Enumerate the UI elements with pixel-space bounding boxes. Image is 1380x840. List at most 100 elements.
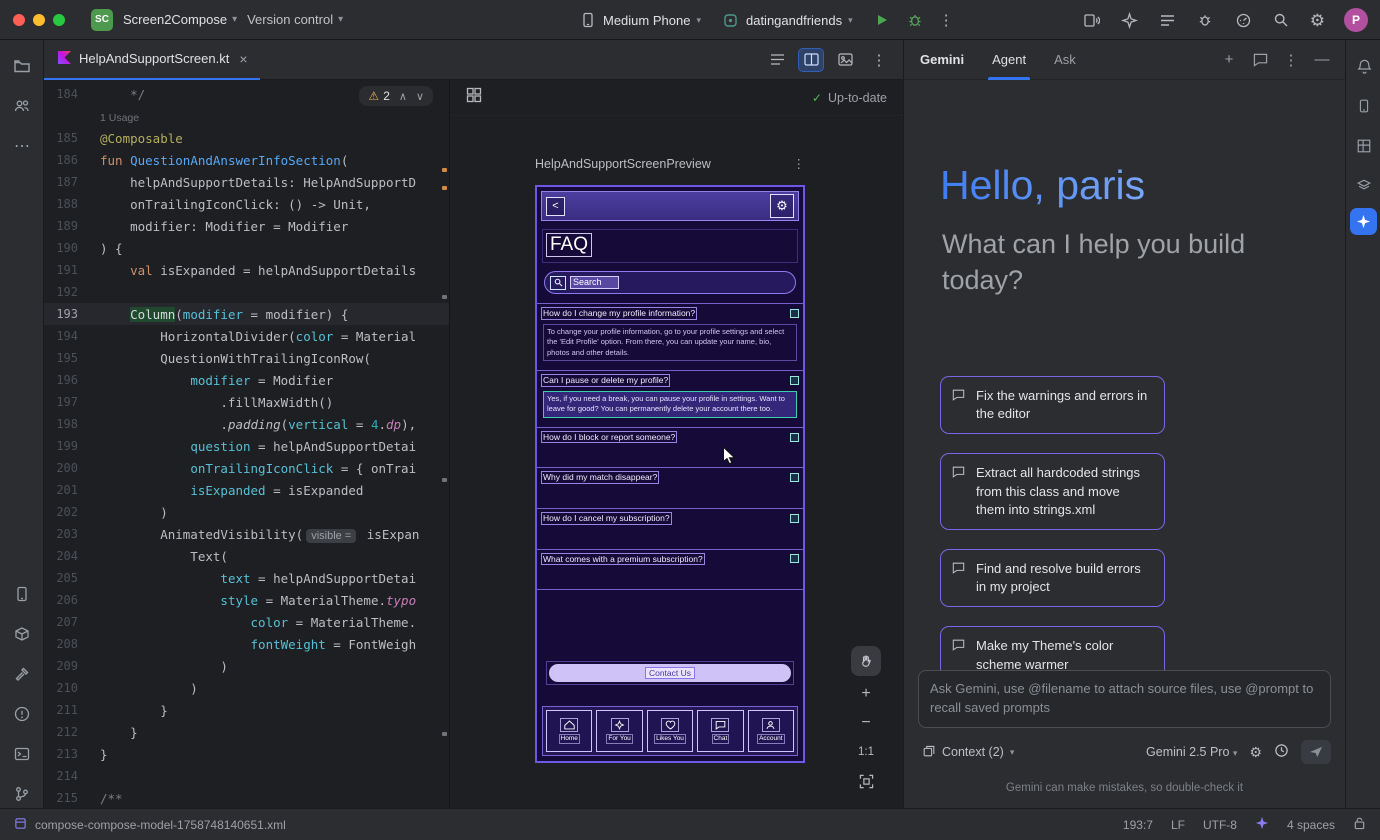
run-configuration-selector[interactable]: datingandfriends ▾ (721, 11, 853, 30)
line-number[interactable]: 187 (44, 175, 78, 189)
project-tool-icon[interactable] (12, 56, 32, 76)
suggestion-card[interactable]: Find and resolve build errors in my proj… (940, 549, 1165, 607)
preview-menu-icon[interactable]: ⋮ (793, 156, 806, 171)
code-line[interactable]: 200 onTrailingIconClick = { onTrai (44, 457, 449, 479)
gemini-titlebar-icon[interactable] (1120, 11, 1139, 30)
expand-icon[interactable] (790, 554, 799, 563)
code-line[interactable]: 186fun QuestionAndAnswerInfoSection( (44, 149, 449, 171)
line-number[interactable]: 194 (44, 329, 78, 343)
line-number[interactable]: 214 (44, 769, 78, 783)
code-line[interactable]: 189 modifier: Modifier = Modifier (44, 215, 449, 237)
line-separator[interactable]: LF (1171, 818, 1185, 832)
close-window-button[interactable] (13, 14, 25, 26)
faq-item[interactable]: Can I pause or delete my profile? Yes, i… (537, 370, 803, 427)
line-number[interactable]: 212 (44, 725, 78, 739)
build-icon[interactable] (12, 664, 32, 684)
code-line[interactable]: 215/** (44, 787, 449, 808)
line-number[interactable]: 193 (44, 307, 78, 321)
device-manager-icon[interactable] (1354, 96, 1374, 116)
split-view-icon[interactable] (799, 49, 823, 71)
chat-history-icon[interactable] (1251, 51, 1269, 69)
back-button[interactable]: < (546, 197, 565, 216)
code-line[interactable]: 210 ) (44, 677, 449, 699)
code-line[interactable]: 214 (44, 765, 449, 787)
code-line[interactable]: 199 question = helpAndSupportDetai (44, 435, 449, 457)
fullscreen-window-button[interactable] (53, 14, 65, 26)
close-tab-icon[interactable]: × (239, 51, 247, 67)
code-line[interactable]: 204 Text( (44, 545, 449, 567)
zoom-level-button[interactable]: 1:1 (854, 741, 878, 763)
device-mirroring-icon[interactable] (1082, 11, 1101, 30)
line-number[interactable]: 186 (44, 153, 78, 167)
code-line[interactable]: 1 Usage (44, 105, 449, 127)
nav-item-likes-you[interactable]: Likes You (647, 710, 693, 752)
zoom-in-button[interactable]: + (854, 683, 878, 705)
design-view-icon[interactable] (833, 49, 857, 71)
nav-item-for-you[interactable]: For You (596, 710, 642, 752)
profiler-icon[interactable] (1234, 11, 1253, 30)
panel-options-icon[interactable]: ⋮ (1282, 51, 1300, 69)
line-number[interactable]: 205 (44, 571, 78, 585)
gemini-settings-icon[interactable]: ⚙ (1249, 745, 1262, 759)
debug-button[interactable] (906, 11, 925, 30)
send-button[interactable] (1301, 740, 1331, 764)
device-selector[interactable]: Medium Phone ▾ (578, 11, 701, 30)
nav-item-chat[interactable]: Chat (697, 710, 743, 752)
version-control-menu[interactable]: Version control▾ (247, 12, 343, 27)
problems-icon[interactable] (12, 704, 32, 724)
collapse-icon[interactable] (790, 309, 799, 318)
version-control-icon[interactable] (12, 784, 32, 804)
faq-item[interactable]: How do I change my profile information? … (537, 303, 803, 370)
running-devices-icon[interactable] (1354, 176, 1374, 196)
run-button[interactable] (873, 11, 892, 30)
faq-item[interactable]: How do I block or report someone? (537, 427, 803, 468)
search-icon[interactable] (1272, 11, 1291, 30)
preview-canvas[interactable]: HelpAndSupportScreenPreview ⋮ < ⚙ FAQ (450, 116, 903, 808)
editor-tab[interactable]: HelpAndSupportScreen.kt × (44, 40, 260, 80)
code-line[interactable]: 201 isExpanded = isExpanded (44, 479, 449, 501)
expand-icon[interactable] (790, 433, 799, 442)
previous-issue-icon[interactable]: ∧ (399, 90, 407, 103)
code-line[interactable]: 196 modifier = Modifier (44, 369, 449, 391)
caret-position[interactable]: 193:7 (1123, 818, 1153, 832)
line-number[interactable]: 213 (44, 747, 78, 761)
code-line[interactable]: 211 } (44, 699, 449, 721)
error-stripe[interactable] (439, 80, 449, 808)
line-number[interactable]: 199 (44, 439, 78, 453)
line-number[interactable]: 208 (44, 637, 78, 651)
prompt-history-icon[interactable] (1274, 743, 1289, 761)
code-line[interactable]: 207 color = MaterialTheme. (44, 611, 449, 633)
tab-ask[interactable]: Ask (1054, 40, 1076, 80)
app-quality-insights-icon[interactable] (1196, 11, 1215, 30)
code-line[interactable]: 185@Composable (44, 127, 449, 149)
line-number[interactable]: 195 (44, 351, 78, 365)
indent-setting[interactable]: 4 spaces (1287, 818, 1335, 832)
layout-inspector-icon[interactable] (1354, 136, 1374, 156)
notifications-bell-icon[interactable] (1354, 56, 1374, 76)
line-number[interactable]: 210 (44, 681, 78, 695)
faq-item[interactable]: Why did my match disappear? (537, 467, 803, 508)
line-number[interactable]: 207 (44, 615, 78, 629)
line-number[interactable]: 209 (44, 659, 78, 673)
line-number[interactable]: 191 (44, 263, 78, 277)
line-number[interactable]: 200 (44, 461, 78, 475)
terminal-icon[interactable] (12, 744, 32, 764)
build-variants-icon[interactable] (12, 624, 32, 644)
inspection-widget[interactable]: ⚠2 ∧ ∨ (359, 86, 433, 106)
zoom-to-fit-icon[interactable] (854, 770, 878, 792)
editor-options-icon[interactable]: ⋮ (867, 49, 891, 71)
code-line[interactable]: 205 text = helpAndSupportDetai (44, 567, 449, 589)
more-tool-windows-icon[interactable]: ⋯ (12, 136, 32, 156)
code-line[interactable]: 187 helpAndSupportDetails: HelpAndSuppor… (44, 171, 449, 193)
code-line[interactable]: 212 } (44, 721, 449, 743)
code-line[interactable]: 195 QuestionWithTrailingIconRow( (44, 347, 449, 369)
more-actions-button[interactable]: ⋮ (937, 11, 956, 30)
code-line[interactable]: 198 .padding(vertical = 4.dp), (44, 413, 449, 435)
code-editor[interactable]: ⚠2 ∧ ∨ 184 */1 Usage185@Composable186fun… (44, 80, 450, 808)
code-line[interactable]: 202 ) (44, 501, 449, 523)
code-line[interactable]: 193 Column(modifier = modifier) { (44, 303, 449, 325)
nav-item-home[interactable]: Home (546, 710, 592, 752)
code-line[interactable]: 191 val isExpanded = helpAndSupportDetai… (44, 259, 449, 281)
line-number[interactable]: 196 (44, 373, 78, 387)
code-line[interactable]: 197 .fillMaxWidth() (44, 391, 449, 413)
